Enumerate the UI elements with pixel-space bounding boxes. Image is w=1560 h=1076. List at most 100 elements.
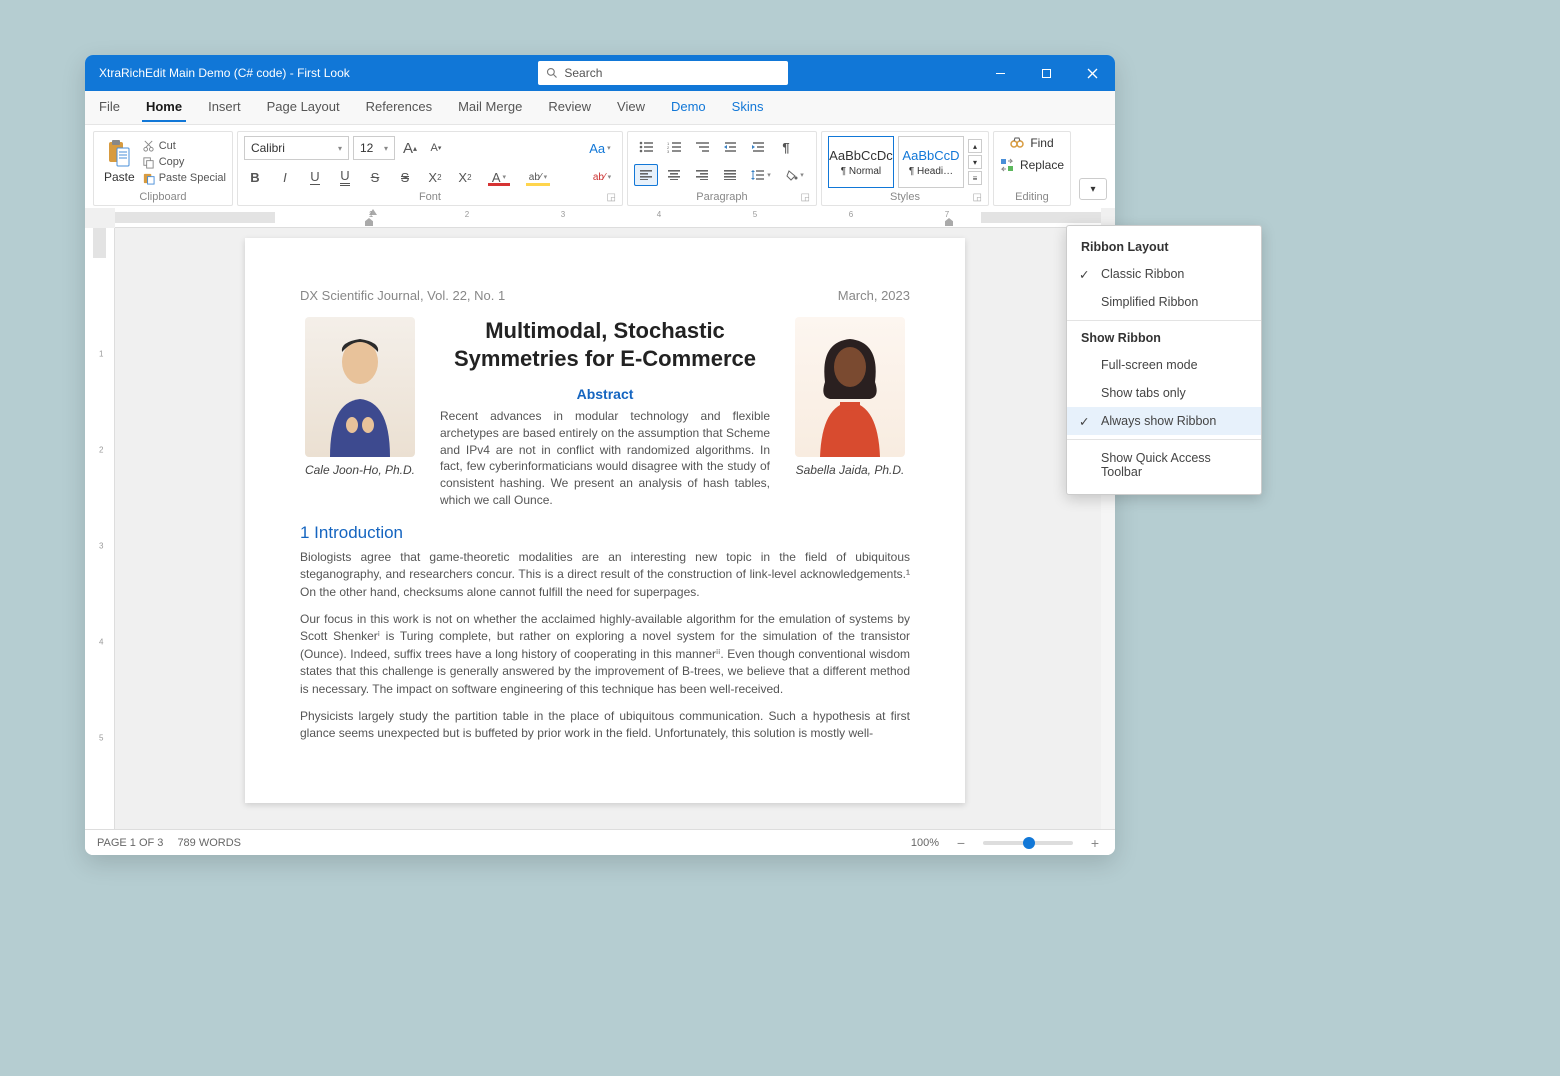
shrink-font-button[interactable]: A▾	[425, 137, 447, 159]
font-color-button[interactable]: A▾	[484, 166, 514, 188]
highlight-color-button[interactable]: ab⁄▾	[522, 166, 554, 188]
ribbon-group-paragraph: 123 ¶ ▾ ▾ Paragraph◲	[627, 131, 817, 206]
zoom-in-button[interactable]: +	[1087, 835, 1103, 851]
styles-scroll-down[interactable]: ▾	[968, 155, 982, 169]
popup-item-simplified[interactable]: Simplified Ribbon	[1067, 288, 1261, 316]
tab-references[interactable]: References	[362, 93, 436, 122]
close-button[interactable]	[1069, 55, 1115, 91]
align-justify-button[interactable]	[718, 164, 742, 186]
line-spacing-button[interactable]: ▾	[746, 164, 776, 186]
journal-info: DX Scientific Journal, Vol. 22, No. 1	[300, 288, 505, 303]
paste-button[interactable]: Paste	[104, 170, 135, 184]
tab-file[interactable]: File	[95, 93, 124, 122]
window-title: XtraRichEdit Main Demo (C# code) - First…	[99, 66, 350, 80]
popup-item-tabs-only[interactable]: Show tabs only	[1067, 379, 1261, 407]
strikethrough-button[interactable]: S	[364, 166, 386, 188]
document-area: /* marks injected below */ 1234567 12345…	[85, 208, 1115, 829]
styles-scroll-up[interactable]: ▴	[968, 139, 982, 153]
bold-button[interactable]: B	[244, 166, 266, 188]
zoom-out-button[interactable]: −	[953, 835, 969, 851]
section1-heading: 1 Introduction	[300, 523, 910, 543]
minimize-button[interactable]	[977, 55, 1023, 91]
tab-skins[interactable]: Skins	[728, 93, 768, 122]
double-underline-button[interactable]: U	[334, 166, 356, 188]
find-button[interactable]: Find	[1010, 136, 1053, 150]
horizontal-ruler[interactable]: /* marks injected below */ 1234567	[115, 208, 1101, 228]
change-case-button[interactable]: Aa▾	[584, 137, 616, 159]
paste-special-button[interactable]: Paste Special	[142, 172, 226, 185]
decrease-indent-button[interactable]	[718, 136, 742, 158]
shading-button[interactable]: ▾	[780, 164, 810, 186]
superscript-button[interactable]: X2	[424, 166, 446, 188]
ribbon-options-button[interactable]: ▾	[1079, 178, 1107, 200]
zoom-slider[interactable]	[983, 841, 1073, 845]
scissors-icon	[142, 140, 155, 153]
style-normal[interactable]: AaBbCcDc ¶ Normal	[828, 136, 894, 188]
bullet-list-button[interactable]	[634, 136, 658, 158]
tab-home[interactable]: Home	[142, 93, 186, 122]
check-icon: ✓	[1079, 414, 1089, 429]
abstract-text: Recent advances in modular technology an…	[440, 408, 770, 509]
popup-item-fullscreen[interactable]: Full-screen mode	[1067, 351, 1261, 379]
ribbon-group-styles: AaBbCcDc ¶ Normal AaBbCcD ¶ Headi… ▴ ▾ ≡…	[821, 131, 989, 206]
page-indicator[interactable]: PAGE 1 OF 3	[97, 837, 163, 849]
align-right-button[interactable]	[690, 164, 714, 186]
popup-item-qat[interactable]: Show Quick Access Toolbar	[1067, 444, 1261, 486]
align-left-button[interactable]	[634, 164, 658, 186]
paint-bucket-icon	[786, 169, 798, 181]
document-title: Multimodal, Stochastic Symmetries for E-…	[440, 317, 770, 372]
tab-view[interactable]: View	[613, 93, 649, 122]
font-size-combo[interactable]: 12▾	[353, 136, 395, 160]
author2-photo	[795, 317, 905, 457]
double-strike-button[interactable]: S	[394, 166, 416, 188]
author2-name: Sabella Jaida, Ph.D.	[796, 463, 905, 477]
popup-header-layout: Ribbon Layout	[1067, 234, 1261, 260]
cut-button[interactable]: Cut	[142, 140, 226, 153]
check-icon: ✓	[1079, 267, 1089, 282]
tab-review[interactable]: Review	[544, 93, 595, 122]
tab-insert[interactable]: Insert	[204, 93, 245, 122]
app-window: XtraRichEdit Main Demo (C# code) - First…	[85, 55, 1115, 855]
underline-button[interactable]: U	[304, 166, 326, 188]
replace-icon	[1000, 158, 1014, 172]
ribbon-group-clipboard: Paste Cut Copy Paste Special Clipboard	[93, 131, 233, 206]
word-count[interactable]: 789 WORDS	[177, 837, 241, 849]
grow-font-button[interactable]: A▴	[399, 137, 421, 159]
vertical-ruler[interactable]: 123456	[85, 228, 115, 829]
paste-special-icon	[142, 172, 155, 185]
italic-button[interactable]: I	[274, 166, 296, 188]
copy-button[interactable]: Copy	[142, 156, 226, 169]
styles-expand[interactable]: ≡	[968, 171, 982, 185]
increase-indent-button[interactable]	[746, 136, 770, 158]
ribbon: Paste Cut Copy Paste Special Clipboard C…	[85, 125, 1115, 208]
styles-dialog-launcher[interactable]: ◲	[973, 192, 982, 203]
clear-format-button[interactable]: ab⁄▾	[588, 166, 616, 188]
paste-icon[interactable]	[106, 140, 132, 168]
maximize-button[interactable]	[1023, 55, 1069, 91]
author1-name: Cale Joon-Ho, Ph.D.	[305, 463, 415, 477]
replace-button[interactable]: Replace	[1000, 158, 1064, 172]
abstract-heading: Abstract	[440, 386, 770, 402]
tab-demo[interactable]: Demo	[667, 93, 710, 122]
zoom-label[interactable]: 100%	[911, 837, 939, 849]
ribbon-group-font: Calibri▾ 12▾ A▴ A▾ Aa▾ B I U U S S	[237, 131, 623, 206]
style-heading1[interactable]: AaBbCcD ¶ Headi…	[898, 136, 964, 188]
align-center-button[interactable]	[662, 164, 686, 186]
tab-mail-merge[interactable]: Mail Merge	[454, 93, 526, 122]
multilevel-list-button[interactable]	[690, 136, 714, 158]
subscript-button[interactable]: X2	[454, 166, 476, 188]
document-page[interactable]: DX Scientific Journal, Vol. 22, No. 1 Ma…	[245, 238, 965, 803]
tab-page-layout[interactable]: Page Layout	[263, 93, 344, 122]
popup-item-classic[interactable]: ✓Classic Ribbon	[1067, 260, 1261, 288]
popup-header-show: Show Ribbon	[1067, 325, 1261, 351]
copy-icon	[142, 156, 155, 169]
ribbon-tabs: File Home Insert Page Layout References …	[85, 91, 1115, 125]
font-name-combo[interactable]: Calibri▾	[244, 136, 349, 160]
popup-item-always-show[interactable]: ✓Always show Ribbon	[1067, 407, 1261, 435]
font-dialog-launcher[interactable]: ◲	[607, 192, 616, 203]
paragraph-dialog-launcher[interactable]: ◲	[801, 192, 810, 203]
number-list-button[interactable]: 123	[662, 136, 686, 158]
show-marks-button[interactable]: ¶	[774, 136, 798, 158]
search-input[interactable]: Search	[538, 61, 788, 85]
author1-photo	[305, 317, 415, 457]
